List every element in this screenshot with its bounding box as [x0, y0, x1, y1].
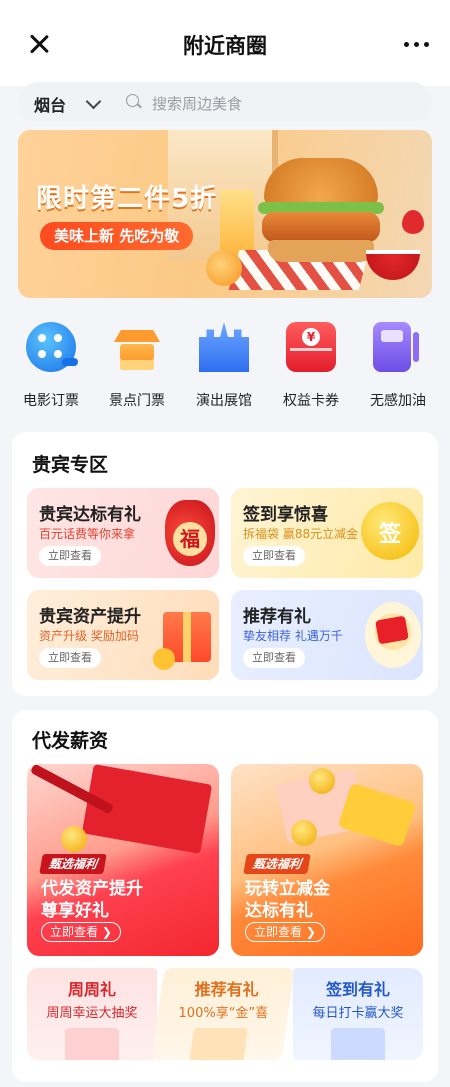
page-title: 附近商圈	[183, 34, 267, 58]
pavilion-icon	[112, 322, 162, 372]
mini-promo-subtitle: 每日打卡赢大奖	[312, 1006, 404, 1021]
gift-icon	[65, 1028, 119, 1060]
search-input[interactable]: 搜索周边美食	[152, 93, 242, 114]
search-icon	[126, 94, 142, 110]
tile-subtitle: 百元话费等你来拿	[39, 527, 136, 541]
vip-tile-asset-upgrade[interactable]: 贵宾资产提升 资产升级 奖励加码 立即查看	[27, 590, 219, 680]
mini-promo-weekly-gift[interactable]: 周周礼 周周幸运大抽奖	[27, 968, 157, 1060]
mini-promo-referral[interactable]: 推荐有礼 100%享“金”喜	[151, 968, 295, 1060]
payroll-promo-cashback[interactable]: 甄选福利 玩转立减金 达标有礼 立即查看 ❯	[231, 764, 423, 956]
strawberry-image	[402, 210, 424, 234]
more-options-icon[interactable]	[400, 34, 432, 54]
section-title: 代发薪资	[32, 730, 109, 752]
vip-tile-checkin[interactable]: 签 签到享惊喜 拆福袋 赢88元立减金 立即查看	[231, 488, 423, 578]
mini-promo-subtitle: 100%享“金”喜	[178, 1006, 269, 1021]
chevron-down-icon[interactable]	[85, 93, 102, 110]
gift-box-icon	[153, 612, 211, 670]
red-envelope-icon	[365, 602, 421, 668]
quick-entry-label: 无感加油	[370, 393, 426, 409]
quick-entry-attraction-tickets[interactable]: 景点门票	[94, 316, 180, 410]
payroll-promo-asset-upgrade[interactable]: 甄选福利 代发资产提升 尊享好礼 立即查看 ❯	[27, 764, 219, 956]
quick-entry-label: 景点门票	[109, 393, 165, 409]
quick-entry-label: 演出展馆	[196, 393, 252, 409]
search-bar: 烟台 搜索周边美食	[18, 82, 432, 122]
top-bar: 附近商圈	[0, 0, 450, 86]
view-now-button[interactable]: 立即查看 ❯	[41, 922, 121, 942]
payroll-section: 代发薪资 甄选福利 代发资产提升 尊享好礼 立即查看 ❯ 甄选福利 玩转立减金 …	[12, 710, 438, 1082]
banner-title: 限时第二件5折	[36, 184, 218, 214]
view-now-button[interactable]: 立即查看	[243, 546, 305, 566]
view-now-button[interactable]: 立即查看	[39, 648, 101, 668]
film-reel-icon	[26, 322, 78, 372]
view-now-button[interactable]: 立即查看	[243, 648, 305, 668]
fuel-pump-icon	[373, 322, 419, 372]
wallet-icon	[188, 1028, 249, 1060]
quick-entry-coupons[interactable]: 权益卡券	[268, 316, 354, 410]
card-icon	[337, 782, 417, 848]
city-selector[interactable]: 烟台	[34, 92, 66, 116]
quick-entry-movie-tickets[interactable]: 电影订票	[8, 316, 94, 410]
vip-section: 贵宾专区 福 贵宾达标有礼 百元话费等你来拿 立即查看 签 签到享惊喜 拆福袋 …	[12, 432, 438, 696]
quick-entry-row: 电影订票 景点门票 演出展馆 权益卡券 无感加油	[0, 316, 450, 416]
checkin-coin-icon: 签	[361, 502, 419, 560]
mini-promo-title: 周周礼	[67, 980, 116, 999]
ketchup-bowl-image	[366, 250, 420, 280]
promo-title: 玩转立减金 达标有礼	[245, 879, 330, 921]
mini-promo-checkin[interactable]: 签到有礼 每日打卡赢大奖	[293, 968, 423, 1060]
quick-entry-label: 电影订票	[23, 393, 79, 409]
lucky-bag-icon: 福	[165, 500, 215, 566]
promo-title: 代发资产提升 尊享好礼	[41, 879, 143, 921]
coin-icon	[61, 826, 87, 852]
tile-title: 贵宾达标有礼	[39, 505, 141, 525]
tile-subtitle: 挚友相荐 礼遇万千	[243, 629, 343, 643]
banner-subtitle: 美味上新 先吃为敬	[40, 222, 194, 250]
calendar-icon	[331, 1028, 385, 1060]
coin-icon	[291, 820, 317, 846]
tile-title: 签到享惊喜	[243, 505, 328, 525]
vip-tile-referral[interactable]: 推荐有礼 挚友相荐 礼遇万千 立即查看	[231, 590, 423, 680]
vip-tile-achievement[interactable]: 福 贵宾达标有礼 百元话费等你来拿 立即查看	[27, 488, 219, 578]
promo-banner[interactable]: 限时第二件5折 美味上新 先吃为敬	[18, 130, 432, 298]
section-title: 贵宾专区	[32, 454, 109, 476]
orange-image	[206, 250, 242, 286]
mini-promo-title: 推荐有礼	[194, 980, 259, 999]
featured-tag: 甄选福利	[243, 854, 311, 874]
tile-subtitle: 拆福袋 赢88元立减金	[243, 527, 359, 541]
mini-promo-subtitle: 周周幸运大抽奖	[46, 1006, 138, 1021]
featured-tag: 甄选福利	[39, 854, 107, 874]
tile-title: 贵宾资产提升	[39, 607, 141, 627]
view-now-button[interactable]: 立即查看 ❯	[245, 922, 325, 942]
view-now-button[interactable]: 立即查看	[39, 546, 101, 566]
quick-entry-refuel[interactable]: 无感加油	[355, 316, 441, 410]
coin-icon	[309, 768, 335, 794]
castle-icon	[199, 322, 249, 372]
tile-subtitle: 资产升级 奖励加码	[39, 629, 139, 643]
tile-title: 推荐有礼	[243, 607, 311, 627]
quick-entry-label: 权益卡券	[283, 393, 339, 409]
coupon-card-icon	[286, 322, 336, 372]
mini-promo-title: 签到有礼	[325, 980, 390, 999]
quick-entry-shows-venues[interactable]: 演出展馆	[181, 316, 267, 410]
